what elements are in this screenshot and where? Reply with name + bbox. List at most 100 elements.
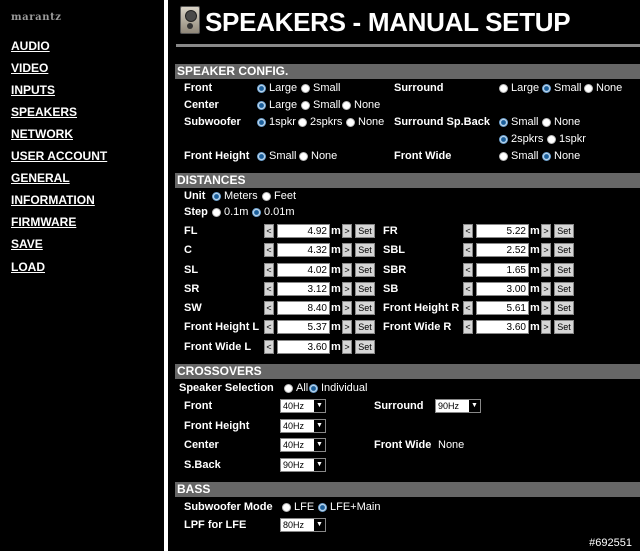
set-button[interactable]: Set: [554, 282, 574, 296]
increment-button[interactable]: >: [342, 320, 352, 334]
nav-network[interactable]: NETWORK: [11, 127, 73, 141]
surround-none-option[interactable]: None: [584, 82, 622, 95]
subwoofer-none-option[interactable]: None: [346, 116, 384, 129]
increment-button[interactable]: >: [342, 224, 352, 238]
set-button[interactable]: Set: [355, 320, 375, 334]
nav-video[interactable]: VIDEO: [11, 61, 48, 75]
nav-audio[interactable]: AUDIO: [11, 39, 50, 53]
front-height-small-option[interactable]: Small: [257, 150, 297, 163]
distance-value[interactable]: 5.37: [277, 320, 330, 334]
decrement-button[interactable]: <: [264, 263, 274, 277]
crossover-sback-label: S.Back: [184, 459, 221, 471]
front-height-none-option[interactable]: None: [299, 150, 337, 163]
crossover-center-select[interactable]: 40Hz ▼: [280, 438, 326, 452]
step-01-option[interactable]: 0.1m: [212, 206, 248, 219]
unit-feet-option[interactable]: Feet: [262, 190, 296, 203]
front-large-option[interactable]: Large: [257, 82, 297, 95]
distance-value[interactable]: 4.92: [277, 224, 330, 238]
decrement-button[interactable]: <: [264, 243, 274, 257]
distance-value[interactable]: 1.65: [476, 263, 529, 277]
distance-value[interactable]: 3.12: [277, 282, 330, 296]
surround-back-1spkr-option[interactable]: 1spkr: [547, 133, 586, 146]
increment-button[interactable]: >: [541, 224, 551, 238]
distance-value[interactable]: 4.32: [277, 243, 330, 257]
distance-value[interactable]: 2.52: [476, 243, 529, 257]
increment-button[interactable]: >: [541, 301, 551, 315]
crossover-front-height-select[interactable]: 40Hz ▼: [280, 419, 326, 433]
set-button[interactable]: Set: [355, 263, 375, 277]
distance-value[interactable]: 5.61: [476, 301, 529, 315]
front-wide-none-option[interactable]: None: [542, 150, 580, 163]
surround-back-none-option[interactable]: None: [542, 116, 580, 129]
crossover-sback-select[interactable]: 90Hz ▼: [280, 458, 326, 472]
decrement-button[interactable]: <: [463, 224, 473, 238]
decrement-button[interactable]: <: [264, 282, 274, 296]
nav-save[interactable]: SAVE: [11, 237, 43, 251]
decrement-button[interactable]: <: [463, 243, 473, 257]
front-small-option[interactable]: Small: [301, 82, 341, 95]
nav-inputs[interactable]: INPUTS: [11, 83, 55, 97]
subwoofer-2spkrs-option[interactable]: 2spkrs: [298, 116, 342, 129]
speaker-selection-all-option[interactable]: All: [284, 382, 308, 395]
nav-load[interactable]: LOAD: [11, 260, 45, 274]
speaker-selection-individual-option[interactable]: Individual: [309, 382, 367, 395]
set-button[interactable]: Set: [355, 301, 375, 315]
increment-button[interactable]: >: [541, 263, 551, 277]
distance-value[interactable]: 8.40: [277, 301, 330, 315]
increment-button[interactable]: >: [342, 263, 352, 277]
distance-value[interactable]: 5.22: [476, 224, 529, 238]
increment-button[interactable]: >: [541, 243, 551, 257]
surround-back-2spkrs-option[interactable]: 2spkrs: [499, 133, 543, 146]
increment-button[interactable]: >: [342, 301, 352, 315]
front-wide-small-option[interactable]: Small: [499, 150, 539, 163]
chevron-down-icon: ▼: [469, 400, 480, 412]
lpf-for-lfe-select[interactable]: 80Hz ▼: [280, 518, 326, 532]
set-button[interactable]: Set: [355, 243, 375, 257]
surround-large-option[interactable]: Large: [499, 82, 539, 95]
increment-button[interactable]: >: [541, 320, 551, 334]
decrement-button[interactable]: <: [463, 263, 473, 277]
set-button[interactable]: Set: [554, 224, 574, 238]
increment-button[interactable]: >: [342, 243, 352, 257]
center-small-option[interactable]: Small: [301, 99, 341, 112]
decrement-button[interactable]: <: [264, 320, 274, 334]
unit-meters-option[interactable]: Meters: [212, 190, 258, 203]
nav-information[interactable]: INFORMATION: [11, 193, 95, 207]
distance-value[interactable]: 4.02: [277, 263, 330, 277]
set-button[interactable]: Set: [355, 224, 375, 238]
set-button[interactable]: Set: [554, 263, 574, 277]
decrement-button[interactable]: <: [264, 224, 274, 238]
set-button[interactable]: Set: [554, 243, 574, 257]
increment-button[interactable]: >: [541, 282, 551, 296]
nav-user-account[interactable]: USER ACCOUNT: [11, 149, 107, 163]
center-large-option[interactable]: Large: [257, 99, 297, 112]
center-none-option[interactable]: None: [342, 99, 380, 112]
surround-small-option[interactable]: Small: [542, 82, 582, 95]
nav-firmware[interactable]: FIRMWARE: [11, 215, 76, 229]
distance-value[interactable]: 3.00: [476, 282, 529, 296]
subwoofer-mode-lfe-main-option[interactable]: LFE+Main: [318, 501, 380, 514]
step-001-option[interactable]: 0.01m: [252, 206, 295, 219]
speaker-selection-label: Speaker Selection: [179, 382, 274, 394]
crossover-front-select[interactable]: 40Hz ▼: [280, 399, 326, 413]
subwoofer-mode-lfe-option[interactable]: LFE: [282, 501, 314, 514]
distance-value[interactable]: 3.60: [277, 340, 330, 354]
set-button[interactable]: Set: [554, 320, 574, 334]
set-button[interactable]: Set: [355, 340, 375, 354]
increment-button[interactable]: >: [342, 340, 352, 354]
crossover-front-label: Front: [184, 400, 213, 412]
decrement-button[interactable]: <: [463, 301, 473, 315]
distance-value[interactable]: 3.60: [476, 320, 529, 334]
subwoofer-1spkr-option[interactable]: 1spkr: [257, 116, 296, 129]
increment-button[interactable]: >: [342, 282, 352, 296]
set-button[interactable]: Set: [554, 301, 574, 315]
decrement-button[interactable]: <: [264, 340, 274, 354]
decrement-button[interactable]: <: [264, 301, 274, 315]
nav-general[interactable]: GENERAL: [11, 171, 70, 185]
crossover-surround-select[interactable]: 90Hz ▼: [435, 399, 481, 413]
surround-back-small-option[interactable]: Small: [499, 116, 539, 129]
nav-speakers[interactable]: SPEAKERS: [11, 105, 77, 119]
decrement-button[interactable]: <: [463, 282, 473, 296]
set-button[interactable]: Set: [355, 282, 375, 296]
decrement-button[interactable]: <: [463, 320, 473, 334]
